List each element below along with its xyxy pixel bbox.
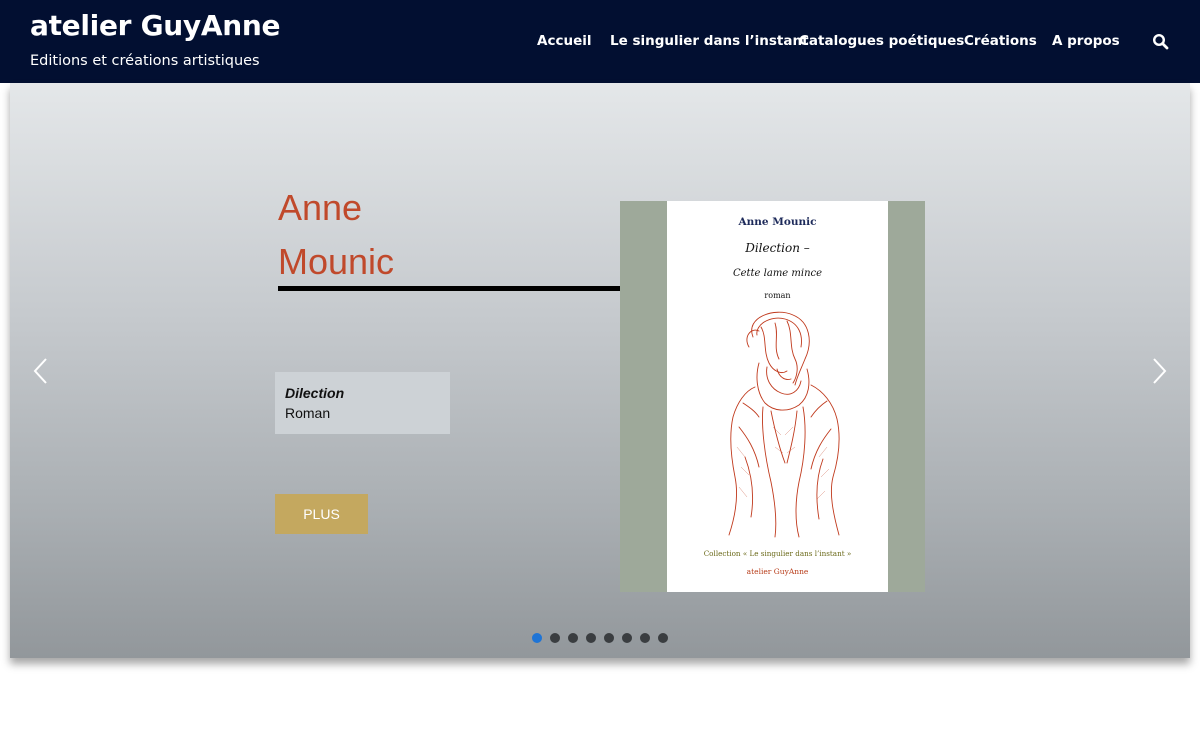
nav-item-accueil[interactable]: Accueil xyxy=(537,33,591,49)
book-cover-image[interactable]: Anne Mounic Dilection – Cette lame mince… xyxy=(620,201,925,592)
slider-dot-6[interactable] xyxy=(622,633,632,643)
chevron-left-icon[interactable] xyxy=(31,355,51,387)
chevron-right-icon[interactable] xyxy=(1149,355,1169,387)
slider-dot-2[interactable] xyxy=(550,633,560,643)
author-name: Anne Mounic xyxy=(278,181,578,289)
slider-dot-8[interactable] xyxy=(658,633,668,643)
slider-dot-4[interactable] xyxy=(586,633,596,643)
book-genre: Roman xyxy=(285,405,331,421)
author-last-name: Mounic xyxy=(278,241,395,282)
divider-line xyxy=(278,286,622,291)
site-header: atelier GuyAnne Editions et créations ar… xyxy=(0,0,1200,83)
cover-collection: Collection « Le singulier dans l’instant… xyxy=(703,549,852,558)
slider-dot-5[interactable] xyxy=(604,633,614,643)
book-info-box: Dilection Roman xyxy=(275,372,450,434)
book-title: Dilection xyxy=(285,385,345,401)
cover-genre: roman xyxy=(764,291,791,300)
slider-dot-3[interactable] xyxy=(568,633,578,643)
cover-drawing xyxy=(728,311,840,538)
author-first-name: Anne xyxy=(278,187,363,228)
main-nav: Accueil Le singulier dans l’instant Cata… xyxy=(0,33,1200,53)
site-tagline: Editions et créations artistiques xyxy=(30,53,260,69)
nav-item-catalogues[interactable]: Catalogues poétiques xyxy=(799,33,964,49)
plus-button[interactable]: PLUS xyxy=(275,494,368,534)
slider-dot-7[interactable] xyxy=(640,633,650,643)
cover-publisher: atelier GuyAnne xyxy=(746,567,809,576)
search-icon[interactable] xyxy=(1152,33,1170,51)
nav-item-a-propos[interactable]: A propos xyxy=(1052,33,1120,49)
book-cover-page: Anne Mounic Dilection – Cette lame mince… xyxy=(667,201,888,592)
hero-slider: Anne Mounic Dilection Roman PLUS Anne Mo… xyxy=(10,83,1190,658)
nav-item-singulier[interactable]: Le singulier dans l’instant xyxy=(610,33,809,49)
cover-author: Anne Mounic xyxy=(738,216,817,228)
cover-title: Dilection – xyxy=(745,241,810,255)
nav-item-creations[interactable]: Créations xyxy=(964,33,1037,49)
cover-subtitle: Cette lame mince xyxy=(732,268,823,279)
slider-dot-1[interactable] xyxy=(532,633,542,643)
slider-pagination xyxy=(10,633,1190,645)
